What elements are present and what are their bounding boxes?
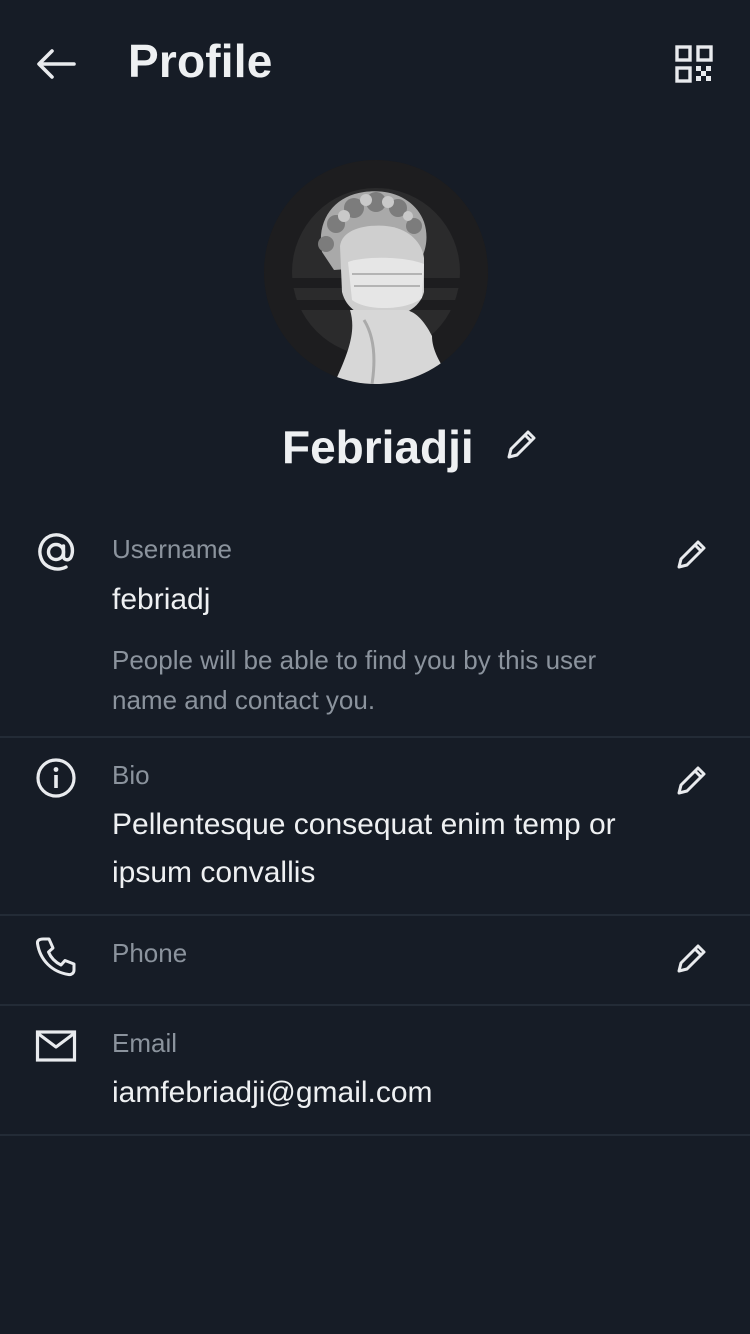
- at-sign-icon: [34, 530, 78, 574]
- qr-code-button[interactable]: [672, 42, 716, 86]
- edit-username-button[interactable]: [672, 536, 710, 574]
- page-title: Profile: [128, 35, 273, 87]
- arrow-left-icon: [37, 49, 76, 79]
- statue-masked-avatar: [264, 160, 488, 384]
- pencil-icon: [507, 430, 536, 459]
- bio-label: Bio: [112, 760, 150, 790]
- profile-name: Febriadji: [282, 421, 474, 473]
- email-value: iamfebriadji@gmail.com: [112, 1076, 433, 1109]
- username-row: Username febriadj People will be able to…: [0, 512, 750, 738]
- app-header: Profile: [0, 0, 750, 128]
- username-hint: People will be able to find you by this …: [112, 645, 597, 715]
- pencil-icon: [677, 944, 706, 973]
- email-row: Email iamfebriadji@gmail.com: [0, 1006, 750, 1136]
- username-label: Username: [112, 534, 232, 564]
- email-label: Email: [112, 1028, 178, 1058]
- phone-row: Phone: [0, 916, 750, 1006]
- profile-name-row: Febriadji: [0, 418, 750, 478]
- bio-value: Pellentesque consequat enim temp or ipsu…: [112, 808, 616, 889]
- mail-icon: [34, 1024, 78, 1068]
- avatar[interactable]: [264, 160, 488, 384]
- edit-phone-button[interactable]: [672, 940, 710, 978]
- username-value: febriadj: [112, 583, 211, 616]
- edit-bio-button[interactable]: [672, 762, 710, 800]
- qr-code-icon: [675, 45, 713, 83]
- phone-label: Phone: [112, 938, 188, 968]
- phone-icon: [34, 934, 78, 978]
- pencil-icon: [677, 540, 706, 569]
- bio-row: Bio Pellentesque consequat enim temp or …: [0, 738, 750, 916]
- back-button[interactable]: [34, 44, 78, 84]
- info-icon: [34, 756, 78, 800]
- edit-name-button[interactable]: [502, 426, 540, 464]
- pencil-icon: [677, 766, 706, 795]
- profile-page: Profile Febriadji Username febriadj Peop…: [0, 0, 750, 1334]
